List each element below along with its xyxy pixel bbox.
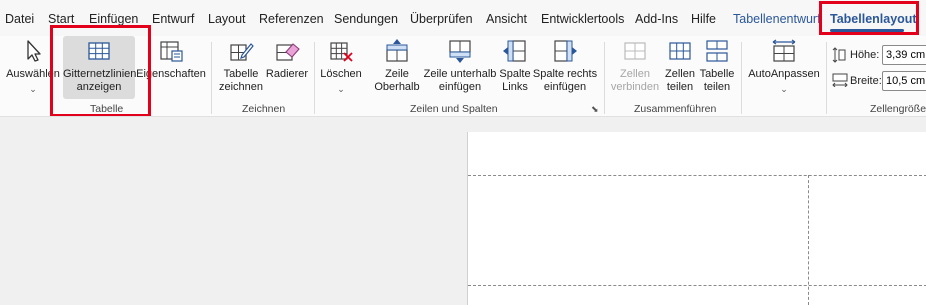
row-below-label-2: einfügen xyxy=(438,81,482,93)
merge-cells-icon xyxy=(624,42,646,60)
split-table-icon xyxy=(706,40,728,62)
width-label: Breite: xyxy=(850,75,882,87)
tab-start[interactable]: Start xyxy=(48,12,74,26)
insert-column-right-button[interactable]: Spalte rechts einfügen xyxy=(532,36,598,100)
split-cells-button[interactable]: Zellen teilen xyxy=(662,36,698,100)
column-width-icon xyxy=(832,73,848,87)
col-right-label-2: einfügen xyxy=(543,81,587,93)
col-right-label-1: Spalte rechts xyxy=(532,68,598,80)
chevron-down-icon: ⌄ xyxy=(337,84,345,94)
tab-entwicklertools[interactable]: Entwicklertools xyxy=(541,12,624,26)
merge-cells-button[interactable]: Zellen verbinden xyxy=(608,36,662,100)
tab-ueberpruefen[interactable]: Überprüfen xyxy=(410,12,473,26)
row-above-label-2: Oberhalb xyxy=(374,81,420,93)
table-properties-icon xyxy=(160,41,183,62)
insert-row-below-icon xyxy=(449,40,471,63)
tab-tabellenlayout[interactable]: Tabellenlayout xyxy=(830,12,917,26)
gridlines-label-2: anzeigen xyxy=(76,81,122,93)
delete-label: Löschen xyxy=(320,68,362,80)
col-left-label-1: Spalte xyxy=(499,68,531,80)
menu-bar: Datei Start Einfügen Entwurf Layout Refe… xyxy=(0,0,926,36)
table-gridline xyxy=(468,175,926,176)
group-label-zeichnen: Zeichnen xyxy=(242,103,286,115)
properties-label: Eigenschaften xyxy=(136,68,206,80)
delete-button[interactable]: Löschen ⌄ xyxy=(318,36,364,100)
col-left-label-2: Links xyxy=(502,81,528,93)
tab-datei[interactable]: Datei xyxy=(5,12,34,26)
tab-layout[interactable]: Layout xyxy=(208,12,246,26)
merge-label-2: verbinden xyxy=(610,81,660,93)
group-separator xyxy=(604,42,605,114)
height-input[interactable] xyxy=(882,45,926,65)
autofit-button[interactable]: AutoAnpassen ⌄ xyxy=(746,36,822,100)
group-separator xyxy=(826,42,827,114)
select-label: Auswählen xyxy=(6,68,60,80)
group-label-zusammenfuehren: Zusammenführen xyxy=(634,103,717,115)
autofit-icon xyxy=(772,39,796,62)
row-below-label-1: Zeile unterhalb xyxy=(423,68,497,80)
table-gridline xyxy=(468,285,926,286)
draw-table-label-1: Tabelle xyxy=(223,68,259,80)
delete-table-icon xyxy=(330,42,353,62)
row-above-label-1: Zeile xyxy=(385,68,409,80)
tab-add-ins[interactable]: Add-Ins xyxy=(635,12,678,26)
group-label-zeilen-spalten: Zeilen und Spalten xyxy=(410,103,498,115)
split-cells-icon xyxy=(669,42,691,60)
eraser-label: Radierer xyxy=(265,68,309,80)
draw-table-label-2: zeichnen xyxy=(218,81,264,93)
split-table-label-2: teilen xyxy=(703,81,731,93)
split-cells-label-1: Zellen xyxy=(665,68,695,80)
tab-einfuegen[interactable]: Einfügen xyxy=(89,12,138,26)
pencil-table-icon xyxy=(230,43,254,61)
tab-hilfe[interactable]: Hilfe xyxy=(691,12,716,26)
row-height-icon xyxy=(832,47,846,63)
split-table-button[interactable]: Tabelle teilen xyxy=(698,36,736,100)
tab-entwurf[interactable]: Entwurf xyxy=(152,12,194,26)
tab-tabellenentwurf[interactable]: Tabellenentwurf xyxy=(733,12,821,26)
ribbon-divider xyxy=(0,116,926,117)
gridlines-button[interactable]: Gitternetzlinien anzeigen xyxy=(63,36,137,100)
insert-column-left-button[interactable]: Spalte Links xyxy=(496,36,534,100)
insert-row-above-icon xyxy=(386,39,408,62)
width-input[interactable] xyxy=(882,71,926,91)
tab-sendungen[interactable]: Sendungen xyxy=(334,12,398,26)
insert-column-left-icon xyxy=(503,40,526,62)
split-cells-label-2: teilen xyxy=(666,81,694,93)
chevron-down-icon: ⌄ xyxy=(29,84,37,94)
grid-table-icon xyxy=(88,42,110,60)
insert-row-above-button[interactable]: Zeile Oberhalb xyxy=(372,36,422,100)
insert-row-below-button[interactable]: Zeile unterhalb einfügen xyxy=(420,36,500,100)
autofit-label: AutoAnpassen xyxy=(748,68,820,80)
eraser-icon xyxy=(276,43,300,61)
active-tab-indicator xyxy=(830,29,904,32)
insert-column-right-icon xyxy=(554,40,577,62)
document-page[interactable] xyxy=(467,132,926,305)
select-button[interactable]: Auswählen ⌄ xyxy=(4,36,62,100)
draw-table-button[interactable]: Tabelle zeichnen xyxy=(216,36,266,100)
chevron-down-icon: ⌄ xyxy=(780,84,788,94)
group-label-tabelle: Tabelle xyxy=(90,103,124,115)
group-label-zellengroesse: Zellengröße xyxy=(870,103,926,115)
cursor-arrow-icon xyxy=(27,40,41,62)
eraser-button[interactable]: Radierer xyxy=(264,36,310,100)
tab-ansicht[interactable]: Ansicht xyxy=(486,12,527,26)
ribbon: Auswählen ⌄ Gitternetzlinien anzeigen Ei… xyxy=(0,25,926,117)
gridlines-label-1: Gitternetzlinien xyxy=(63,68,137,80)
merge-label-1: Zellen xyxy=(620,68,650,80)
split-table-label-1: Tabelle xyxy=(699,68,735,80)
group-separator xyxy=(211,42,212,114)
height-label: Höhe: xyxy=(850,49,880,61)
group-separator xyxy=(741,42,742,114)
group-separator xyxy=(314,42,315,114)
tab-referenzen[interactable]: Referenzen xyxy=(259,12,324,26)
dialog-launcher-icon[interactable]: ⬊ xyxy=(591,104,599,115)
properties-button[interactable]: Eigenschaften xyxy=(136,36,206,100)
